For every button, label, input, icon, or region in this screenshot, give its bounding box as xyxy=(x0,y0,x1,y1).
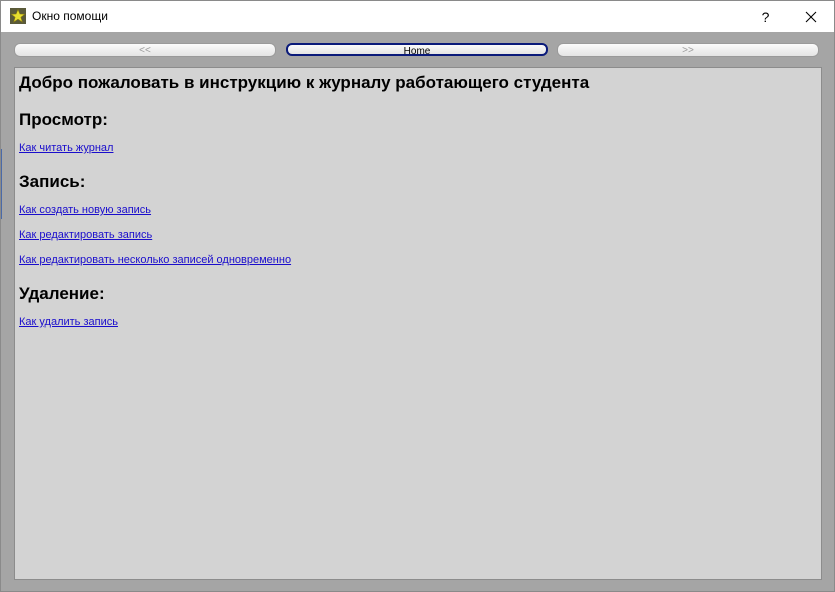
page-title: Добро пожаловать в инструкцию к журналу … xyxy=(19,73,590,92)
close-button[interactable] xyxy=(788,1,833,32)
star-app-icon xyxy=(10,8,26,24)
back-button[interactable]: << xyxy=(14,43,276,57)
title-bar[interactable]: Окно помощи ? xyxy=(1,1,834,32)
window-title: Окно помощи xyxy=(32,9,108,23)
background-window-edge xyxy=(1,149,2,219)
link-how-to-read-journal[interactable]: Как читать журнал xyxy=(19,142,113,155)
navigation-bar: << Home >> xyxy=(14,43,822,59)
help-window: Окно помощи ? << Home >> Добро пожаловат… xyxy=(0,0,835,592)
home-button[interactable]: Home xyxy=(286,43,548,57)
link-how-to-create-record[interactable]: Как создать новую запись xyxy=(19,204,151,217)
question-mark-icon: ? xyxy=(761,8,770,25)
section-title-delete: Удаление: xyxy=(19,284,105,303)
link-how-to-edit-multiple-records[interactable]: Как редактировать несколько записей одно… xyxy=(19,254,291,267)
close-icon xyxy=(805,11,816,22)
section-title-record: Запись: xyxy=(19,172,86,191)
forward-button[interactable]: >> xyxy=(557,43,819,57)
help-content[interactable]: Добро пожаловать в инструкцию к журналу … xyxy=(14,67,822,580)
help-button[interactable]: ? xyxy=(743,1,788,32)
link-how-to-delete-record[interactable]: Как удалить запись xyxy=(19,316,118,329)
section-title-view: Просмотр: xyxy=(19,110,108,129)
link-how-to-edit-record[interactable]: Как редактировать запись xyxy=(19,229,152,242)
